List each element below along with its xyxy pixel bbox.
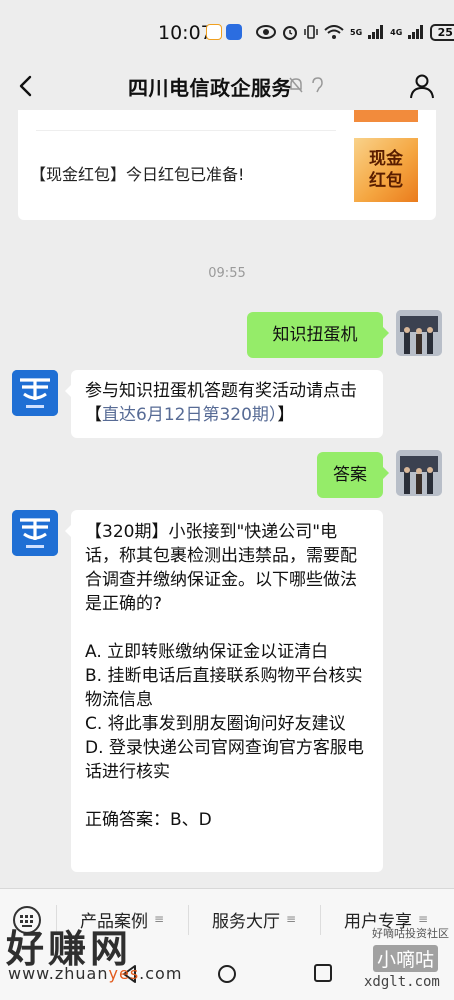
watermark-url-post: .com: [139, 964, 183, 983]
card-title: 【现金红包】今日红包已准备!: [30, 165, 245, 184]
issue-link[interactable]: 直达6月12日第320期）: [102, 405, 277, 425]
sent-message-1[interactable]: 知识扭蛋机: [247, 312, 389, 358]
quiz-question: 【320期】小张接到"快递公司"电话，称其包裹检测出违禁品，需要配合调查并缴纳保…: [85, 522, 357, 614]
status-time: 10:07: [158, 22, 213, 44]
vibrate-icon: [304, 25, 318, 39]
watermark-right-caption: 好嘀咕投资社区: [372, 927, 449, 940]
watermark-right-domain: xdglt.com: [364, 974, 440, 990]
status-icons: 5G 4G 25: [256, 20, 454, 44]
battery-icon: 25: [430, 23, 454, 41]
profile-icon[interactable]: [408, 72, 436, 100]
card-top-thumb-strip: [354, 110, 418, 122]
back-icon[interactable]: [14, 72, 38, 100]
red-packet-card[interactable]: 【现金红包】今日红包已准备! 现金 红包: [18, 110, 436, 220]
chat-header: 四川电信政企服务: [0, 62, 454, 110]
signal-bars-2-icon: [408, 25, 424, 39]
menu-list-icon: ≡: [153, 912, 165, 926]
sent-message-1-text: 知识扭蛋机: [272, 325, 358, 345]
bank-app-icon: [226, 24, 242, 40]
page-title: 四川电信政企服务: [128, 76, 292, 100]
sent-message-2[interactable]: 答案: [317, 452, 389, 498]
alarm-icon: [283, 26, 297, 40]
watermark-url-pre: www.zhuan: [8, 964, 109, 983]
mute-bell-icon: [289, 77, 303, 93]
user-avatar-image-2: [396, 450, 442, 496]
user-avatar-2[interactable]: [396, 450, 442, 496]
watermark-right-badge: 小嘀咕: [373, 945, 439, 972]
thumb-line-2: 红包: [369, 171, 403, 191]
signal-1-label: 5G: [350, 27, 363, 37]
china-telecom-logo-icon-2: [12, 510, 58, 556]
bot-avatar-2[interactable]: [12, 510, 58, 556]
ear-icon: [312, 77, 323, 93]
quiz-option-d: D. 登录快递公司官网查询官方客服电话进行核实: [85, 738, 364, 782]
received-message-1[interactable]: 参与知识扭蛋机答题有奖活动请点击【直达6月12日第320期）】: [65, 370, 383, 438]
wifi-icon: [324, 24, 344, 39]
china-telecom-logo-icon: [12, 370, 58, 416]
signal-2-label: 4G: [390, 27, 403, 37]
received-message-1-suffix: 】: [277, 405, 295, 425]
menu-item-service-hall-label: 服务大厅: [211, 911, 280, 932]
received-message-2[interactable]: 【320期】小张接到"快递公司"电话，称其包裹检测出违禁品，需要配合调查并缴纳保…: [65, 510, 383, 872]
battery-level: 25: [437, 25, 453, 39]
red-packet-thumbnail: 现金 红包: [354, 138, 418, 202]
nav-home-icon[interactable]: [217, 964, 237, 984]
quiz-answer: 正确答案：B、D: [85, 810, 212, 830]
weibo-app-icon: [206, 24, 222, 40]
watermark-url-highlight: yes: [108, 964, 140, 983]
status-bar: 10:07 5G 4G 25: [0, 0, 454, 62]
user-avatar[interactable]: [396, 310, 442, 356]
quiz-option-b: B. 挂断电话后直接联系购物平台核实物流信息: [85, 666, 363, 710]
sent-message-2-text: 答案: [333, 465, 367, 485]
signal-bars-icon: [368, 25, 384, 39]
eye-icon: [256, 25, 276, 39]
message-timestamp: 09:55: [208, 266, 246, 281]
menu-list-icon: ≡: [285, 912, 297, 926]
quiz-option-a: A. 立即转账缴纳保证金以证清白: [85, 642, 329, 662]
card-divider: [36, 130, 336, 131]
watermark-url: www.zhuanyes.com: [8, 964, 182, 983]
nav-recents-icon[interactable]: [314, 964, 332, 982]
notification-icons: [206, 24, 242, 40]
quiz-option-c: C. 将此事发到朋友圈询问好友建议: [85, 714, 346, 734]
bot-avatar[interactable]: [12, 370, 58, 416]
menu-list-icon: ≡: [417, 912, 429, 926]
user-avatar-image: [396, 310, 442, 356]
menu-item-service-hall[interactable]: 服务大厅 ≡: [189, 889, 319, 949]
thumb-line-1: 现金: [369, 149, 403, 169]
